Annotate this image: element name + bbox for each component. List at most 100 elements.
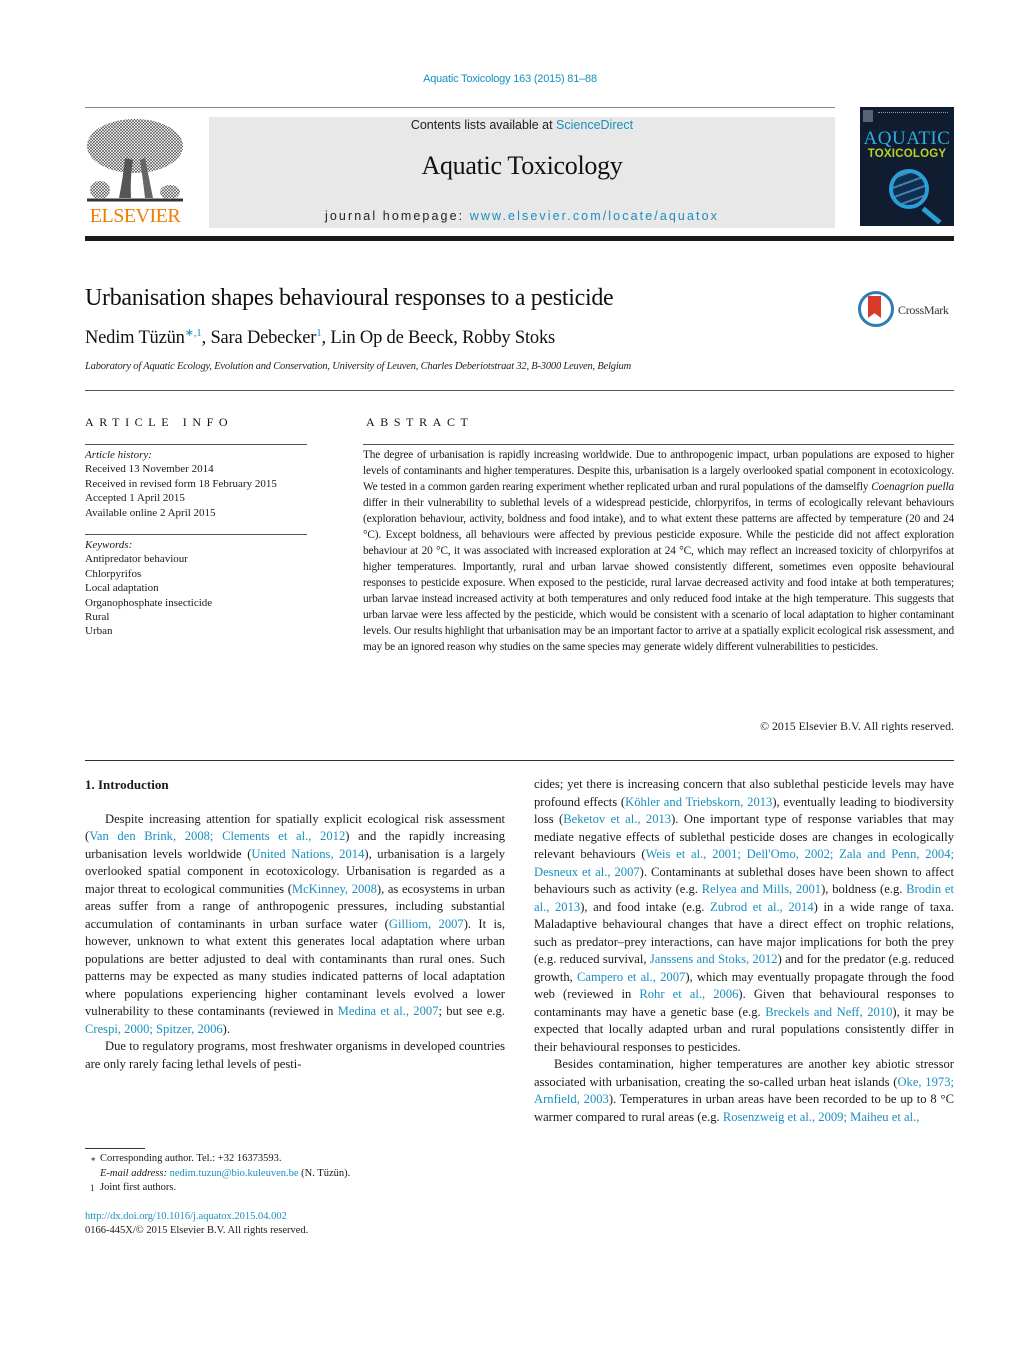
elsevier-wordmark: ELSEVIER	[89, 205, 181, 227]
text-run: ; but see e.g.	[438, 1004, 505, 1018]
citation-link[interactable]: Rosenzweig et al., 2009; Maiheu et al.,	[723, 1110, 920, 1124]
author-name[interactable]: Nedim Tüzün	[85, 328, 185, 348]
history-item: Received 13 November 2014	[85, 463, 214, 476]
footnote-mark: 1	[90, 1183, 95, 1193]
author-name[interactable]: Lin Op de Beeck	[330, 328, 453, 348]
contents-prefix: Contents lists available at	[410, 118, 557, 132]
citation-link[interactable]: Medina et al., 2007	[338, 1004, 439, 1018]
keywords-label: Keywords:	[85, 539, 133, 551]
text-run: Besides contamination, higher temperatur…	[534, 1057, 954, 1089]
article-info-divider	[85, 444, 307, 445]
cover-title-aquatic: AQUATIC	[863, 128, 951, 149]
keyword: Rural	[85, 611, 110, 624]
citation-link[interactable]: Crespi, 2000; Spitzer, 2006	[85, 1022, 223, 1036]
header-divider	[85, 107, 835, 108]
citation-link[interactable]: Van den Brink, 2008; Clements et al., 20…	[89, 829, 345, 843]
footnote-joint: 1 Joint first authors.	[85, 1181, 505, 1196]
author-list: Nedim Tüzün∗,1, Sara Debecker1, Lin Op d…	[85, 326, 556, 348]
magnifier-handle	[921, 206, 942, 225]
homepage-prefix: journal homepage:	[324, 209, 470, 223]
citation-link[interactable]: Breckels and Neff, 2010	[765, 1005, 892, 1019]
affiliation: Laboratory of Aquatic Ecology, Evolution…	[85, 361, 631, 372]
author-name[interactable]: Robby Stoks	[462, 328, 555, 348]
abstract-part: The degree of urbanisation is rapidly in…	[363, 449, 954, 493]
text-run: ).	[222, 1021, 231, 1036]
citation-link[interactable]: Janssens and Stoks, 2012	[650, 952, 778, 966]
email-label: E-mail address:	[100, 1167, 170, 1179]
cover-title-toxicology: TOXICOLOGY	[867, 148, 947, 160]
journal-homepage-link[interactable]: www.elsevier.com/locate/aquatox	[470, 209, 719, 223]
cover-publisher-mark	[863, 110, 873, 122]
body-column-left: 1. Introduction Despite increasing atten…	[85, 776, 505, 1073]
joint-text: Joint first authors.	[100, 1182, 177, 1193]
keyword: Local adaptation	[85, 582, 159, 595]
journal-name: Aquatic Toxicology	[421, 151, 623, 180]
paragraph: Despite increasing attention for spatial…	[85, 811, 505, 1039]
species-name: Coenagrion puella	[871, 481, 954, 493]
abstract-part: differ in their vulnerability to subleth…	[363, 497, 954, 653]
citation-link[interactable]: Campero et al., 2007	[577, 970, 685, 984]
footnote-mark: ∗	[90, 1154, 97, 1164]
body-divider	[85, 760, 954, 761]
citation-link[interactable]: Gilliom, 2007	[389, 917, 464, 931]
text-run: ), boldness (e.g.	[821, 882, 907, 896]
citation-link[interactable]: Relyea and Mills, 2001	[702, 882, 821, 896]
history-label: Article history:	[85, 449, 152, 461]
elsevier-tree-icon	[87, 119, 183, 202]
paper-title: Urbanisation shapes behavioural response…	[85, 285, 614, 311]
abstract-divider	[363, 444, 954, 445]
text-run: ). It is, however, unknown to what exten…	[85, 916, 505, 1019]
contents-available-line: Contents lists available at ScienceDirec…	[209, 118, 835, 132]
keyword: Urban	[85, 625, 113, 638]
keywords-divider	[85, 534, 307, 535]
article-info-heading: ARTICLE INFO	[85, 415, 234, 429]
affiliation-divider	[85, 390, 954, 391]
section-heading-introduction: 1. Introduction	[85, 777, 169, 792]
paragraph: cides; yet there is increasing concern t…	[534, 776, 954, 1056]
magnifier-icon	[889, 169, 929, 209]
citation-link[interactable]: Zubrod et al., 2014	[710, 900, 814, 914]
doi-link[interactable]: http://dx.doi.org/10.1016/j.aquatox.2015…	[85, 1211, 287, 1222]
email-suffix: (N. Tüzün).	[298, 1167, 351, 1179]
keywords: Keywords: Antipredator behaviour Chlorpy…	[85, 538, 315, 639]
paragraph: Besides contamination, higher temperatur…	[534, 1056, 954, 1126]
footnote-email: E-mail address: nedim.tuzun@bio.kuleuven…	[85, 1167, 505, 1182]
crossmark-button[interactable]: CrossMark	[858, 291, 958, 329]
citation-link[interactable]: Rohr et al., 2006	[639, 987, 738, 1001]
history-item: Accepted 1 April 2015	[85, 492, 185, 505]
keyword: Organophosphate insecticide	[85, 596, 213, 609]
author-marks[interactable]: ∗,1	[185, 327, 202, 339]
journal-citation-link[interactable]: Aquatic Toxicology 163 (2015) 81–88	[0, 73, 1020, 85]
citation-link[interactable]: Beketov et al., 2013	[563, 812, 671, 826]
body-column-right: cides; yet there is increasing concern t…	[534, 776, 954, 1126]
paragraph: Due to regulatory programs, most freshwa…	[85, 1039, 505, 1071]
keyword: Antipredator behaviour	[85, 553, 188, 566]
citation-link[interactable]: Köhler and Triebskorn, 2013	[625, 795, 772, 809]
corresponding-text: Corresponding author. Tel.: +32 16373593…	[100, 1153, 282, 1164]
crossmark-label: CrossMark	[898, 303, 949, 317]
footnotes: ∗ Corresponding author. Tel.: +32 163735…	[85, 1152, 505, 1196]
author-marks[interactable]: 1	[316, 327, 322, 339]
footnote-divider	[85, 1148, 145, 1149]
issn-copyright: 0166-445X/© 2015 Elsevier B.V. All right…	[85, 1225, 309, 1236]
text-run: ), and food intake (e.g.	[580, 899, 711, 914]
keyword: Chlorpyrifos	[85, 567, 142, 580]
footnote-corresponding: ∗ Corresponding author. Tel.: +32 163735…	[85, 1152, 505, 1167]
email-link[interactable]: nedim.tuzun@bio.kuleuven.be	[170, 1168, 299, 1179]
author-name[interactable]: Sara Debecker	[210, 328, 316, 348]
elsevier-logo[interactable]: ELSEVIER	[85, 116, 185, 228]
history-item: Received in revised form 18 February 201…	[85, 477, 277, 490]
sciencedirect-link[interactable]: ScienceDirect	[556, 118, 633, 132]
abstract-copyright: © 2015 Elsevier B.V. All rights reserved…	[760, 719, 954, 733]
journal-cover-thumbnail[interactable]: AQUATIC TOXICOLOGY	[860, 107, 954, 226]
journal-masthead: Contents lists available at ScienceDirec…	[209, 117, 835, 228]
cover-header-line	[878, 112, 948, 115]
citation-link[interactable]: United Nations, 2014	[251, 847, 364, 861]
article-history: Article history: Received 13 November 20…	[85, 448, 315, 520]
abstract-text: The degree of urbanisation is rapidly in…	[363, 447, 954, 655]
masthead-divider	[85, 236, 954, 241]
history-item: Available online 2 April 2015	[85, 506, 216, 519]
abstract-heading: ABSTRACT	[366, 415, 474, 429]
citation-link[interactable]: McKinney, 2008	[292, 882, 377, 896]
journal-homepage-line: journal homepage: www.elsevier.com/locat…	[209, 209, 835, 223]
